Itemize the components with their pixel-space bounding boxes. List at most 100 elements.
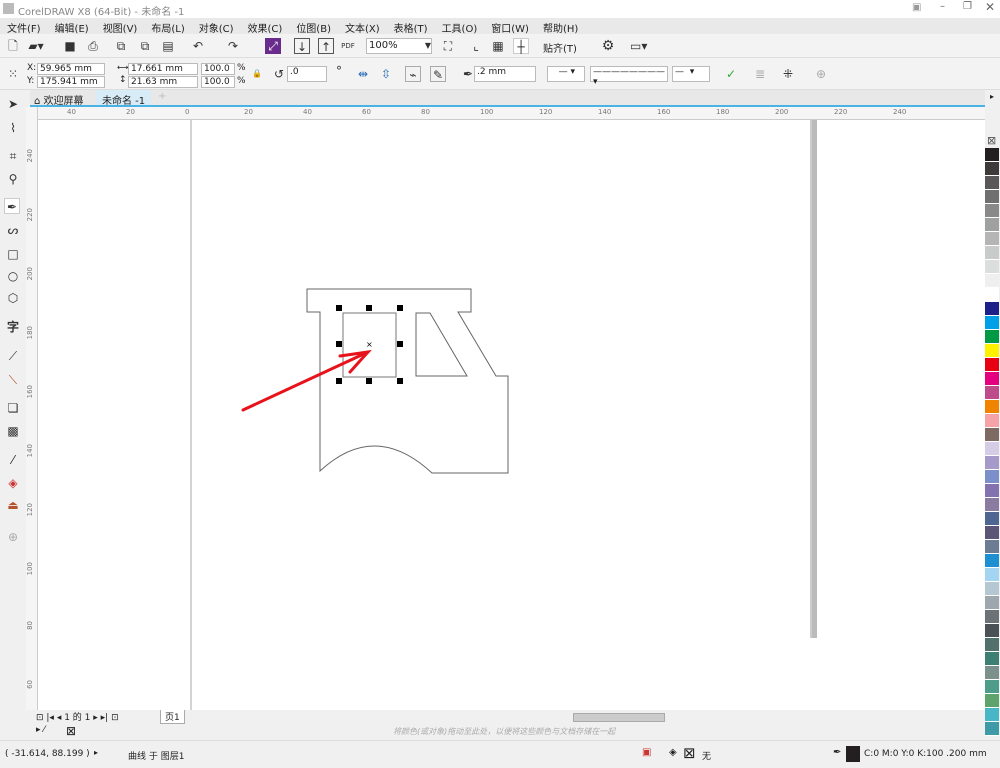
- palette-swatch[interactable]: [985, 610, 999, 624]
- palette-swatch[interactable]: [985, 190, 999, 204]
- wrap-text-icon[interactable]: ≣: [752, 66, 768, 82]
- ellipse-tool-icon[interactable]: ○: [5, 268, 21, 284]
- palette-swatch[interactable]: [985, 232, 999, 246]
- crop-tool-icon[interactable]: ⌗: [5, 148, 21, 164]
- y-position-input[interactable]: 175.941 mm: [37, 76, 105, 88]
- undo-icon[interactable]: ↶: [190, 38, 206, 54]
- shape-tool-icon[interactable]: ⌇: [5, 120, 21, 136]
- menu-file[interactable]: 文件(F): [0, 18, 48, 35]
- start-arrowhead-select[interactable]: — ▾: [547, 66, 585, 82]
- fill-edit-icon[interactable]: ✎: [430, 66, 446, 82]
- chevron-down-icon[interactable]: ▼: [420, 38, 436, 54]
- artistic-media-icon[interactable]: ᔕ: [5, 222, 21, 238]
- page-nav-first-icon[interactable]: ⊡ |◂ ◂: [36, 713, 61, 723]
- palette-swatch[interactable]: [985, 484, 999, 498]
- palette-swatch[interactable]: [985, 638, 999, 652]
- menu-view[interactable]: 视图(V): [96, 18, 145, 35]
- minimize-button[interactable]: –: [940, 1, 945, 12]
- close-button[interactable]: ✕: [985, 0, 995, 14]
- palette-swatch[interactable]: [985, 316, 999, 330]
- palette-swatch[interactable]: [985, 288, 999, 302]
- menu-tools[interactable]: 工具(O): [435, 18, 485, 35]
- palette-swatch[interactable]: [985, 512, 999, 526]
- text-tool-icon[interactable]: 字: [5, 319, 21, 335]
- options-gear-icon[interactable]: ⚙: [600, 38, 616, 54]
- node-edit-icon[interactable]: ⌁: [405, 66, 421, 82]
- snap-to-dropdown[interactable]: 贴齐(T): [543, 40, 577, 55]
- menu-effects[interactable]: 效果(C): [241, 18, 290, 35]
- menu-bitmaps[interactable]: 位图(B): [289, 18, 338, 35]
- pdf-icon[interactable]: PDF: [340, 38, 356, 54]
- x-position-input[interactable]: 59.965 mm: [37, 63, 105, 75]
- pen-tool-icon[interactable]: ✒: [4, 198, 20, 214]
- palette-swatch[interactable]: [985, 666, 999, 680]
- new-document-icon[interactable]: 🗋: [5, 38, 21, 54]
- print-icon[interactable]: ⎙: [85, 38, 101, 54]
- width-input[interactable]: 17.661 mm: [128, 63, 198, 75]
- end-arrowhead-select[interactable]: — ▾: [672, 66, 710, 82]
- vertical-ruler[interactable]: 240 220 200 180 160 140 120 100 80 60: [26, 107, 38, 710]
- palette-swatch[interactable]: [985, 708, 999, 722]
- guidelines-icon[interactable]: ┼: [513, 38, 529, 54]
- menu-table[interactable]: 表格(T): [387, 18, 435, 35]
- palette-swatch[interactable]: [985, 274, 999, 288]
- pick-tool-icon[interactable]: ➤: [5, 96, 21, 112]
- palette-swatch[interactable]: [985, 218, 999, 232]
- rectangle-tool-icon[interactable]: □: [5, 246, 21, 262]
- palette-swatch[interactable]: [985, 596, 999, 610]
- convert-to-curves-icon[interactable]: ⁜: [780, 66, 796, 82]
- palette-swatch[interactable]: [985, 722, 999, 736]
- palette-swatch[interactable]: [985, 694, 999, 708]
- color-palette[interactable]: [985, 130, 1000, 736]
- palette-swatch[interactable]: [985, 330, 999, 344]
- zoom-tool-icon[interactable]: ⚲: [5, 171, 21, 187]
- horizontal-scrollbar[interactable]: [513, 712, 973, 723]
- connector-tool-icon[interactable]: ⟍: [5, 372, 21, 388]
- user-icon[interactable]: ▣: [912, 2, 921, 13]
- object-origin-icon[interactable]: ⁙: [5, 66, 21, 82]
- export-icon[interactable]: ↑: [318, 38, 334, 54]
- palette-swatch[interactable]: [985, 260, 999, 274]
- palette-swatch[interactable]: [985, 470, 999, 484]
- palette-swatch[interactable]: [985, 526, 999, 540]
- eyedropper-icon[interactable]: ⁄: [5, 452, 21, 468]
- cut-icon[interactable]: ⧉: [113, 38, 129, 54]
- scale-y-input[interactable]: 100.0: [201, 76, 235, 88]
- drop-shadow-icon[interactable]: ❏: [5, 400, 21, 416]
- add-icon[interactable]: ⊕: [813, 66, 829, 82]
- search-content-icon[interactable]: ⤢: [265, 38, 281, 54]
- scrollbar-thumb[interactable]: [573, 713, 665, 722]
- color-proof-icon[interactable]: ▣: [642, 747, 651, 758]
- palette-swatch[interactable]: [985, 386, 999, 400]
- page-tab[interactable]: 页1: [160, 710, 185, 724]
- palette-swatch[interactable]: [985, 428, 999, 442]
- save-icon[interactable]: ■: [62, 38, 78, 54]
- menu-layout[interactable]: 布局(L): [144, 18, 191, 35]
- palette-swatch[interactable]: [985, 456, 999, 470]
- copy-icon[interactable]: ⧉: [137, 38, 153, 54]
- launch-icon[interactable]: ▭▾: [630, 38, 647, 54]
- palette-swatch[interactable]: [985, 414, 999, 428]
- scale-x-input[interactable]: 100.0: [201, 63, 235, 75]
- tab-document[interactable]: 未命名 -1: [96, 90, 152, 107]
- palette-swatch[interactable]: [985, 148, 999, 162]
- lock-ratio-icon[interactable]: 🔒: [249, 66, 265, 82]
- palette-swatch[interactable]: [985, 498, 999, 512]
- mirror-horizontal-icon[interactable]: ⇹: [355, 66, 371, 82]
- add-tool-icon[interactable]: ⊕: [5, 529, 21, 545]
- dimension-tool-icon[interactable]: ⟋: [5, 348, 21, 364]
- smart-fill-icon[interactable]: ⏏: [5, 497, 21, 513]
- height-input[interactable]: 21.63 mm: [128, 76, 198, 88]
- palette-swatch[interactable]: [985, 540, 999, 554]
- palette-swatch[interactable]: [985, 358, 999, 372]
- scroll-right-icon[interactable]: ▸: [990, 92, 994, 101]
- palette-swatch[interactable]: [985, 554, 999, 568]
- drawing-canvas[interactable]: ×: [38, 120, 985, 710]
- menu-text[interactable]: 文本(X): [338, 18, 387, 35]
- palette-options-icon[interactable]: ▸ ⁄: [36, 725, 45, 735]
- line-style-select[interactable]: ———————— ▾: [590, 66, 668, 87]
- palette-swatch[interactable]: [985, 344, 999, 358]
- no-color-icon[interactable]: ⊠: [66, 724, 76, 738]
- new-tab-icon[interactable]: +: [158, 91, 166, 102]
- interactive-fill-icon[interactable]: ◈: [5, 475, 21, 491]
